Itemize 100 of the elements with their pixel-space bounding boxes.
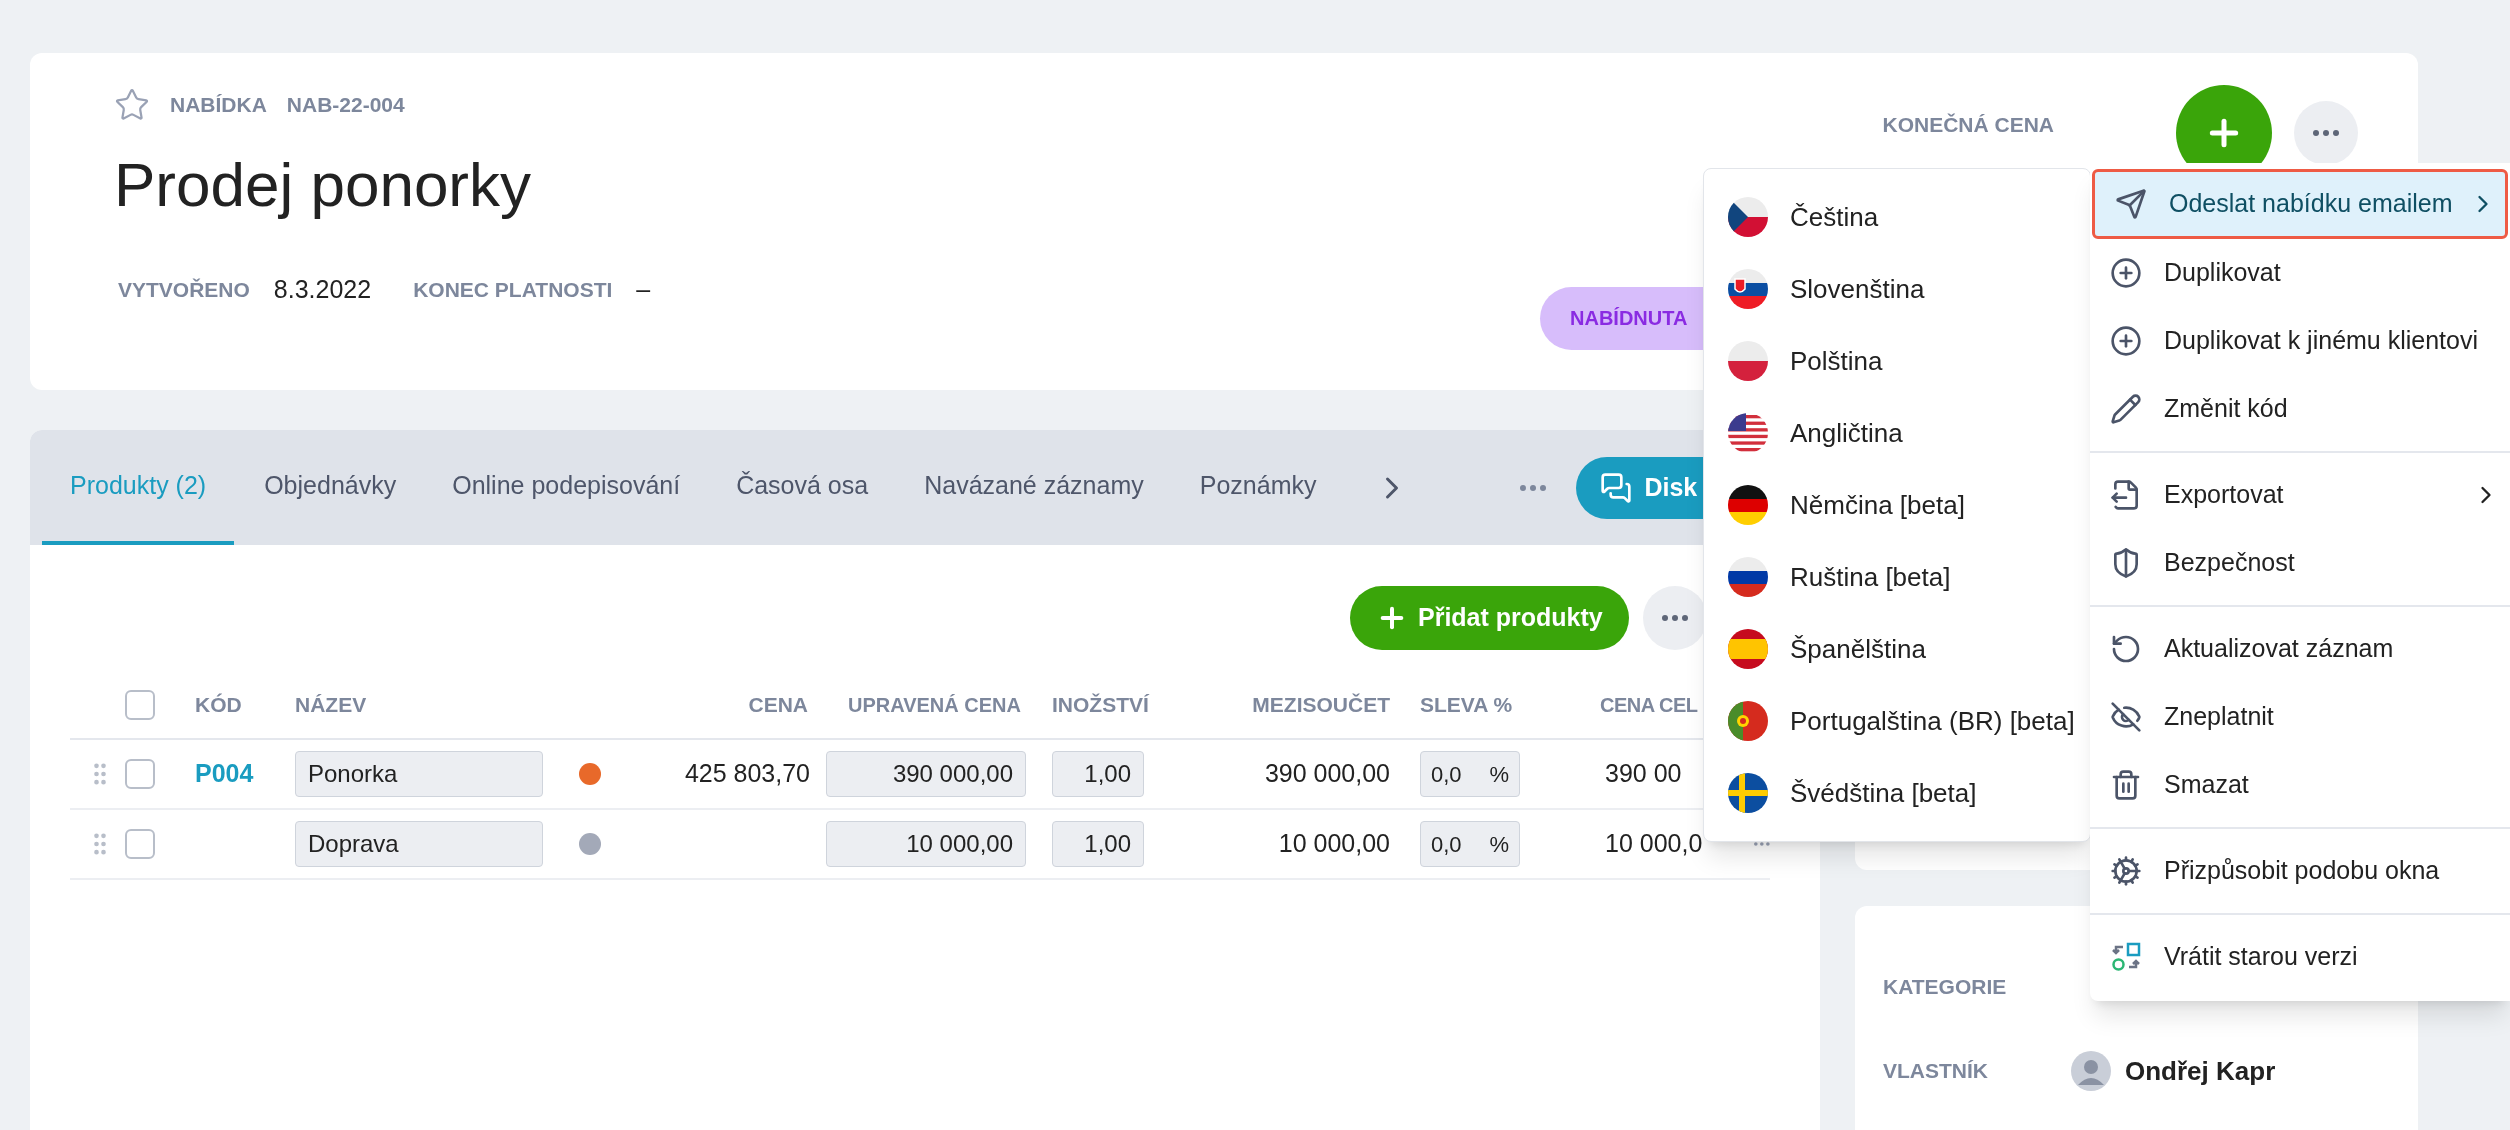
record-code: NAB-22-004 <box>286 92 405 119</box>
tab[interactable]: Časová osa <box>708 430 897 545</box>
meta-value: 8.3.2022 <box>273 274 372 305</box>
tab[interactable]: Online podepisování <box>424 430 709 545</box>
language-item[interactable]: Angličtina <box>1704 397 2090 469</box>
row-checkbox[interactable] <box>125 829 155 859</box>
discount-value: 0,0 <box>1431 760 1462 789</box>
language-label: Čeština <box>1790 200 1879 234</box>
menu-item-label: Aktualizovat záznam <box>2164 633 2395 665</box>
settings-icon <box>2110 855 2142 887</box>
language-item[interactable]: Španělština <box>1704 613 2090 685</box>
record-type: NABÍDKA <box>170 92 267 119</box>
field-label: VLASTNÍK <box>1883 1058 1989 1085</box>
quantity-field[interactable]: 1,00 <box>1052 751 1144 797</box>
meta-label: KONEC PLATNOSTI <box>413 277 613 303</box>
discount-field[interactable]: 0,0 % <box>1420 751 1520 797</box>
flag-icon <box>1728 773 1768 813</box>
column-header: INOŽSTVÍ <box>1051 692 1151 719</box>
refresh-icon <box>2110 633 2142 665</box>
menu-item-label: Smazat <box>2164 769 2250 801</box>
menu-item[interactable]: Duplikovat <box>2090 239 2510 307</box>
menu-item[interactable]: Přizpůsobit podobu okna <box>2090 837 2510 905</box>
flag-icon <box>1728 701 1768 741</box>
menu-item-label: Duplikovat k jinému klientovi <box>2164 325 2480 357</box>
column-header: SLEVA % <box>1419 692 1514 719</box>
flag-icon <box>1728 485 1768 525</box>
name-field[interactable]: Ponorka <box>295 751 543 797</box>
discount-field[interactable]: 0,0 % <box>1420 821 1520 867</box>
adjusted-price-field[interactable]: 10 000,00 <box>826 821 1026 867</box>
language-item[interactable]: Němčina [beta] <box>1704 469 2090 541</box>
select-all-checkbox[interactable] <box>125 690 155 720</box>
menu-item-label: Zneplatnit <box>2164 701 2275 733</box>
row-checkbox[interactable] <box>125 759 155 789</box>
menu-item-label: Změnit kód <box>2164 393 2289 425</box>
menu-item[interactable]: Smazat <box>2090 751 2510 819</box>
percent-unit: % <box>1489 760 1509 789</box>
menu-item[interactable]: Bezpečnost <box>2090 529 2510 597</box>
tab[interactable]: Objednávky <box>236 430 425 545</box>
meta-value: – <box>636 274 651 305</box>
price-label: KONEČNÁ CENA <box>1882 112 2054 138</box>
language-label: Švédština [beta] <box>1790 776 1977 810</box>
language-item[interactable]: Švédština [beta] <box>1704 757 2090 829</box>
language-item[interactable]: Portugalština (BR) [beta] <box>1704 685 2090 757</box>
total-value: 390 00 <box>1605 758 1682 790</box>
trash-icon <box>2110 769 2142 801</box>
flag-icon <box>1728 413 1768 453</box>
column-header: CENA CEL <box>1600 693 1699 718</box>
adjusted-price-field[interactable]: 390 000,00 <box>826 751 1026 797</box>
name-field[interactable]: Doprava <box>295 821 543 867</box>
menu-item[interactable]: Exportovat <box>2090 461 2510 529</box>
send-icon <box>2115 188 2147 220</box>
meta-label: VYTVOŘENO <box>118 277 250 303</box>
tab[interactable]: Poznámky <box>1171 430 1345 545</box>
subtotal-value: 390 000,00 <box>1264 758 1390 790</box>
percent-unit: % <box>1489 830 1509 859</box>
plus-circle-icon <box>2110 325 2142 357</box>
flag-icon <box>1728 557 1768 597</box>
more-icon[interactable] <box>1754 841 1770 847</box>
menu-item-label: Přizpůsobit podobu okna <box>2164 855 2441 887</box>
more-icon[interactable] <box>1520 484 1547 491</box>
menu-item[interactable]: Odeslat nabídku emailem <box>2092 169 2508 239</box>
menu-item[interactable]: Vrátit starou verzi <box>2090 923 2510 991</box>
language-label: Angličtina <box>1790 416 1903 450</box>
menu-item-label: Vrátit starou verzi <box>2164 941 2359 973</box>
subtotal-value: 10 000,00 <box>1278 828 1390 860</box>
language-label: Polština <box>1790 344 1883 378</box>
record-title: Prodej ponorky <box>114 149 533 221</box>
more-icon <box>2313 130 2339 136</box>
eye-off-icon <box>2110 701 2142 733</box>
flag-icon <box>1728 629 1768 669</box>
language-label: Portugalština (BR) [beta] <box>1790 704 2075 738</box>
menu-item-label: Exportovat <box>2164 479 2285 511</box>
chat-icon <box>1600 471 1633 504</box>
column-header: KÓD <box>195 692 243 719</box>
menu-item[interactable]: Duplikovat k jinému klientovi <box>2090 307 2510 375</box>
menu-item[interactable]: Zneplatnit <box>2090 683 2510 751</box>
star-icon[interactable] <box>114 87 150 123</box>
language-label: Španělština <box>1790 632 1926 666</box>
column-header: NÁZEV <box>295 692 368 719</box>
pencil-icon <box>2110 393 2142 425</box>
flag-icon <box>1728 341 1768 381</box>
more-icon <box>1661 615 1688 621</box>
total-value: 10 000,0 <box>1605 828 1703 860</box>
language-label: Němčina [beta] <box>1790 488 1965 522</box>
menu-item-label: Odeslat nabídku emailem <box>2169 188 2454 220</box>
flag-icon <box>1728 269 1768 309</box>
swap-icon <box>2110 941 2142 973</box>
flag-icon <box>1728 197 1768 237</box>
quantity-field[interactable]: 1,00 <box>1052 821 1144 867</box>
language-item[interactable]: Čeština <box>1704 181 2090 253</box>
menu-item-label: Bezpečnost <box>2164 547 2296 579</box>
owner-name: Ondřej Kapr <box>2125 1054 2276 1088</box>
language-item[interactable]: Ruština [beta] <box>1704 541 2090 613</box>
language-label: Slovenština <box>1790 272 1925 306</box>
price-value: 425 803,70 <box>684 758 810 790</box>
tab[interactable]: Navázané záznamy <box>896 430 1172 545</box>
menu-item[interactable]: Změnit kód <box>2090 375 2510 443</box>
menu-item[interactable]: Aktualizovat záznam <box>2090 615 2510 683</box>
plus-circle-icon <box>2110 257 2142 289</box>
language-label: Ruština [beta] <box>1790 560 1951 594</box>
